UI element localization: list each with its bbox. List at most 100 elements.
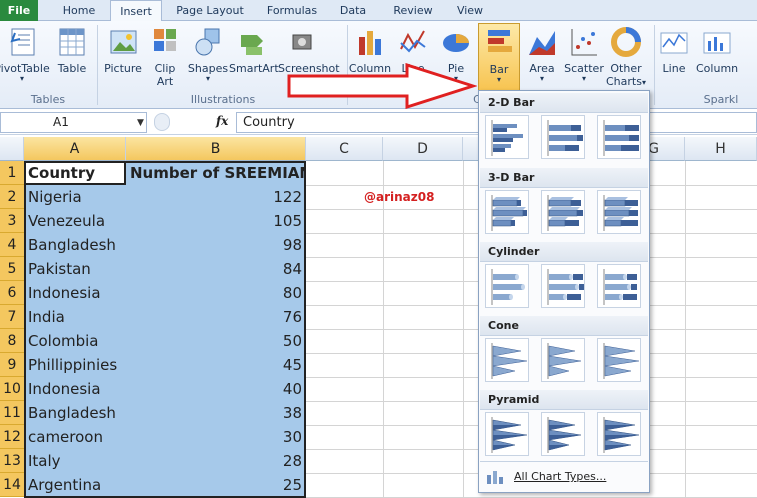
tab-insert[interactable]: Insert [110, 0, 162, 22]
other-charts-button[interactable]: Other Charts▾ [604, 25, 648, 89]
row-header[interactable]: 14 [0, 473, 24, 497]
row-header[interactable]: 3 [0, 209, 24, 233]
cyl-clustered-button[interactable] [485, 264, 529, 308]
row-header[interactable]: 1 [0, 161, 24, 185]
row-header[interactable]: 2 [0, 185, 24, 209]
picture-button[interactable]: Picture [101, 25, 145, 75]
row-header[interactable]: 8 [0, 329, 24, 353]
cell-country[interactable]: India [24, 305, 126, 329]
section-pyramid: Pyramid [480, 390, 648, 410]
area-chart-button[interactable]: Area ▾ [522, 25, 562, 83]
smartart-button[interactable]: SmartArt [229, 25, 279, 75]
pyr-stacked-100-button[interactable] [597, 412, 641, 456]
cell-number[interactable]: 105 [126, 209, 306, 233]
select-all-corner[interactable] [0, 137, 24, 161]
column-header-d[interactable]: D [383, 137, 463, 161]
shapes-button[interactable]: Shapes ▾ [186, 25, 230, 83]
cell-number[interactable]: 40 [126, 377, 306, 401]
cell-country[interactable]: Colombia [24, 329, 126, 353]
cell-number[interactable]: 50 [126, 329, 306, 353]
insert-function-icon[interactable]: fx [216, 114, 228, 128]
tab-page-layout[interactable]: Page Layout [168, 0, 252, 21]
tab-home[interactable]: Home [52, 0, 106, 21]
sparkline-column-button[interactable]: Column [696, 25, 738, 75]
red-arrow-annotation [287, 63, 477, 109]
bar-chart-button[interactable]: Bar ▾ [478, 23, 520, 91]
chevron-down-icon[interactable]: ▼ [137, 118, 144, 128]
cell-country[interactable]: Italy [24, 449, 126, 473]
pyr-stacked-icon [547, 417, 582, 453]
header-cell-country[interactable]: Country [24, 161, 126, 185]
column-header-a[interactable]: A [24, 137, 126, 161]
cell-country[interactable]: Nigeria [24, 185, 126, 209]
cell-country[interactable]: Bangladesh [24, 233, 126, 257]
all-chart-types-link[interactable]: All Chart Types... [480, 461, 648, 491]
pie-chart-icon [443, 34, 469, 52]
pivottable-button[interactable]: PivotTable▾ [0, 25, 50, 83]
cyl-stacked-button[interactable] [541, 264, 585, 308]
bar2d-stacked-button[interactable] [541, 115, 585, 159]
cell-country[interactable]: Pakistan [24, 257, 126, 281]
cell-number[interactable]: 28 [126, 449, 306, 473]
table-button[interactable]: Table [52, 25, 92, 75]
group-label-tables: Tables [30, 93, 66, 106]
column-header-b[interactable]: B [126, 137, 306, 161]
watermark-text: @arinaz08 [364, 190, 435, 204]
cell-number[interactable]: 80 [126, 281, 306, 305]
row-header[interactable]: 11 [0, 401, 24, 425]
cyl-stacked-icon [547, 269, 584, 305]
bar3d-clustered-button[interactable] [485, 190, 529, 234]
tab-data[interactable]: Data [332, 0, 374, 21]
clip-art-button[interactable]: Clip Art [147, 25, 183, 88]
header-cell-number[interactable]: Number of SREEMIANS [126, 161, 306, 185]
column-header-h[interactable]: H [685, 137, 757, 161]
cell-number[interactable]: 30 [126, 425, 306, 449]
cell-country[interactable]: Venezeula [24, 209, 126, 233]
cell-number[interactable]: 84 [126, 257, 306, 281]
bar3d-stacked-100-button[interactable] [597, 190, 641, 234]
tab-view[interactable]: View [448, 0, 492, 21]
cone-stacked-icon [547, 343, 582, 379]
tab-formulas[interactable]: Formulas [258, 0, 326, 21]
cell-number[interactable]: 25 [126, 473, 306, 497]
cell-number[interactable]: 122 [126, 185, 306, 209]
bar2d-stacked-100-button[interactable] [597, 115, 641, 159]
table-icon [59, 28, 85, 56]
row-header[interactable]: 13 [0, 449, 24, 473]
row-header[interactable]: 12 [0, 425, 24, 449]
cell-country[interactable]: Indonesia [24, 281, 126, 305]
cell-country[interactable]: Phillippinies [24, 353, 126, 377]
bar2d-clustered-button[interactable] [485, 115, 529, 159]
cone-clustered-button[interactable] [485, 338, 529, 382]
cell-country[interactable]: Argentina [24, 473, 126, 497]
scatter-chart-button[interactable]: Scatter ▾ [562, 25, 606, 83]
cell-number[interactable]: 45 [126, 353, 306, 377]
pyr-clustered-button[interactable] [485, 412, 529, 456]
column-header-c[interactable]: C [306, 137, 383, 161]
tab-review[interactable]: Review [386, 0, 440, 21]
pyr-stacked-button[interactable] [541, 412, 585, 456]
bar3d-stacked-button[interactable] [541, 190, 585, 234]
cell-country[interactable]: cameroon [24, 425, 126, 449]
name-box[interactable]: A1 [0, 112, 147, 133]
row-header[interactable]: 4 [0, 233, 24, 257]
cell-number[interactable]: 98 [126, 233, 306, 257]
cell-country[interactable]: Bangladesh [24, 401, 126, 425]
cone-stacked-100-button[interactable] [597, 338, 641, 382]
row-header[interactable]: 6 [0, 281, 24, 305]
cell-country[interactable]: Indonesia [24, 377, 126, 401]
row-header[interactable]: 10 [0, 377, 24, 401]
row-header[interactable]: 9 [0, 353, 24, 377]
sparkline-column-icon [703, 32, 731, 54]
row-header[interactable]: 5 [0, 257, 24, 281]
tab-file[interactable]: File [0, 0, 38, 21]
row-header[interactable]: 7 [0, 305, 24, 329]
formula-bar-handle[interactable] [154, 113, 170, 131]
sparkline-line-button[interactable]: Line [658, 25, 690, 75]
chevron-down-icon: ▾ [496, 75, 501, 84]
cyl-stacked-100-button[interactable] [597, 264, 641, 308]
cell-number[interactable]: 76 [126, 305, 306, 329]
cell-number[interactable]: 38 [126, 401, 306, 425]
cone-stacked-button[interactable] [541, 338, 585, 382]
area-chart-icon [529, 31, 555, 55]
